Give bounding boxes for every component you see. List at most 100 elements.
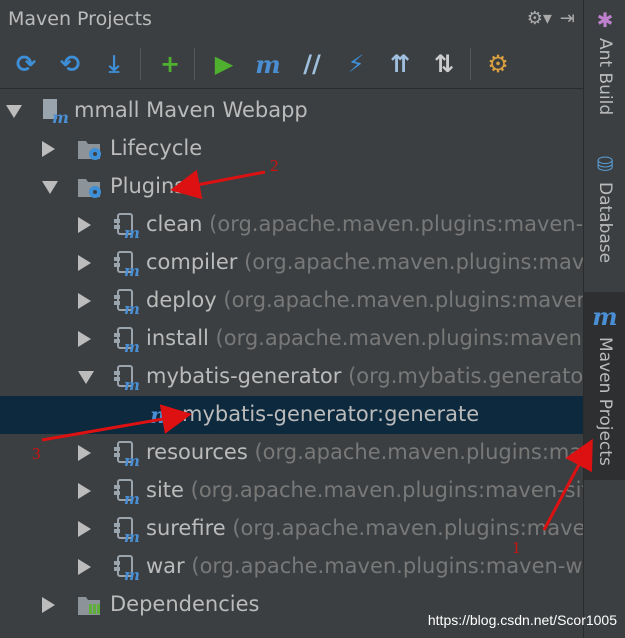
tree-item-label: deploy (org.apache.maven.plugins:maven-d — [146, 288, 583, 312]
tree-row[interactable]: m mybatis-generator (org.mybatis.generato… — [0, 358, 583, 396]
tree-item-name: clean — [146, 212, 203, 236]
expand-arrow-right-icon[interactable] — [78, 483, 91, 499]
run-icon[interactable]: ▶ — [208, 48, 240, 80]
tree-item-name: Plugins — [110, 174, 186, 198]
expand-arrow-down-icon[interactable] — [6, 105, 22, 118]
svg-text:m: m — [124, 490, 140, 505]
tree-item-label: resources (org.apache.maven.plugins:mave… — [146, 440, 583, 464]
expand-arrow-down-icon[interactable] — [42, 181, 58, 194]
watermark: https://blog.csdn.net/Scor1005 — [427, 612, 617, 628]
tab-database[interactable]: ⛁ Database — [584, 152, 625, 272]
tree-row[interactable]: m compiler (org.apache.maven.plugins:mave… — [0, 244, 583, 282]
tree-item-name: surefire — [146, 516, 226, 540]
execute-goal-icon[interactable]: m — [252, 48, 284, 80]
database-icon: ⛁ — [596, 152, 614, 176]
title-tools: ⚙▾ ⇥ — [527, 8, 575, 29]
plugin-icon: m — [112, 439, 140, 470]
toolbar-separator — [470, 48, 471, 80]
tab-maven-projects-label: Maven Projects — [595, 337, 615, 466]
tree-row-selected[interactable]: m mybatis-generator:generate — [0, 396, 583, 434]
expand-arrow-right-icon[interactable] — [42, 141, 55, 157]
folder-gear-icon — [76, 135, 104, 163]
plugin-icon: m — [112, 287, 140, 318]
toggle-offline-icon[interactable]: // — [296, 48, 328, 80]
tree-item-name: mybatis-generator:generate — [182, 402, 480, 426]
plugin-icon: m — [112, 553, 140, 584]
tree-row[interactable]: m resources (org.apache.maven.plugins:mav… — [0, 434, 583, 472]
reimport-icon[interactable]: ⟳ — [10, 48, 42, 80]
tree-item-coordinates: (org.mybatis.generator:m — [348, 364, 583, 388]
tree-item-name: install — [146, 326, 209, 350]
tree-item-label: surefire (org.apache.maven.plugins:maven… — [146, 516, 583, 540]
add-icon[interactable]: + — [154, 48, 186, 80]
tree-item-label: Dependencies — [110, 592, 259, 616]
tree-item-coordinates: (org.apache.maven.plugins:maven-war- — [191, 554, 583, 578]
folder-gear-icon — [76, 173, 104, 201]
tab-ant-build-label: Ant Build — [595, 38, 615, 116]
tree-row[interactable]: m war (org.apache.maven.plugins:maven-war… — [0, 548, 583, 586]
maven-icon: m — [592, 302, 618, 331]
tree-item-name: mybatis-generator — [146, 364, 342, 388]
tab-ant-build[interactable]: ✱ Ant Build — [584, 8, 625, 128]
tree-item-name: compiler — [146, 250, 238, 274]
expand-arrow-right-icon[interactable] — [78, 293, 91, 309]
tree-row[interactable]: m surefire (org.apache.maven.plugins:mave… — [0, 510, 583, 548]
expand-arrow-right-icon[interactable] — [42, 597, 55, 613]
tree-item-name: war — [146, 554, 185, 578]
folder-dependencies-icon — [76, 591, 104, 619]
plugin-icon: m — [112, 249, 140, 280]
tree-row[interactable]: m site (org.apache.maven.plugins:maven-si… — [0, 472, 583, 510]
tree-item-label: Plugins — [110, 174, 185, 198]
maven-project-tree: m mmall Maven Webapp Lifecycle Plugins m clea… — [0, 92, 583, 638]
tree-item-coordinates: (org.apache.maven.plugins:maven-s — [232, 516, 583, 540]
expand-arrow-right-icon[interactable] — [78, 331, 91, 347]
tree-item-coordinates: (org.apache.maven.plugins:maven-c — [244, 250, 583, 274]
tree-item-coordinates: (org.apache.maven.plugins:maven-d — [223, 288, 583, 312]
expand-arrow-right-icon[interactable] — [78, 217, 91, 233]
tree-item-label: install (org.apache.maven.plugins:maven-… — [146, 326, 583, 350]
tree-row[interactable]: m install (org.apache.maven.plugins:maven… — [0, 320, 583, 358]
panel-titlebar: Maven Projects ⚙▾ ⇥ — [0, 0, 583, 38]
tree-item-name: Lifecycle — [110, 136, 203, 160]
tab-database-label: Database — [595, 182, 615, 264]
tree-item-coordinates: (org.apache.maven.plugins:maven-cle — [209, 212, 583, 236]
expand-arrow-down-icon[interactable] — [78, 371, 94, 384]
tree-item-name: deploy — [146, 288, 217, 312]
expand-arrow-right-icon[interactable] — [78, 521, 91, 537]
tree-row[interactable]: Plugins — [0, 168, 583, 206]
svg-text:m: m — [124, 300, 140, 315]
tree-item-name: resources — [146, 440, 248, 464]
plugin-icon: m — [112, 515, 140, 546]
generate-sources-icon[interactable]: ⟲ — [54, 48, 86, 80]
gear-icon[interactable]: ⚙▾ — [527, 8, 552, 29]
svg-text:m: m — [150, 403, 173, 429]
tree-item-label: mybatis-generator (org.mybatis.generator… — [146, 364, 583, 388]
tree-row[interactable]: Lifecycle — [0, 130, 583, 168]
tree-item-label: site (org.apache.maven.plugins:maven-sit… — [146, 478, 583, 502]
download-icon[interactable]: ⤓ — [98, 48, 130, 80]
expand-arrow-right-icon[interactable] — [78, 445, 91, 461]
tree-row[interactable]: m clean (org.apache.maven.plugins:maven-c… — [0, 206, 583, 244]
svg-text:m: m — [124, 376, 140, 391]
plugin-icon: m — [112, 211, 140, 242]
tree-item-coordinates: (org.apache.maven.plugins:maven-site-p — [190, 478, 583, 502]
svg-text:m: m — [124, 528, 140, 543]
settings-icon[interactable]: ⚙ — [482, 48, 514, 80]
show-dependencies-icon[interactable]: ⇈ — [384, 48, 416, 80]
toolbar-separator — [140, 48, 141, 80]
tree-item-label: compiler (org.apache.maven.plugins:maven… — [146, 250, 583, 274]
tree-item-name: Dependencies — [110, 592, 260, 616]
tab-maven-projects[interactable]: m Maven Projects — [584, 292, 625, 480]
tree-row[interactable]: m mmall Maven Webapp — [0, 92, 583, 130]
skip-tests-icon[interactable]: ⚡ — [340, 48, 372, 80]
maven-goal-icon: m — [148, 401, 176, 429]
tree-item-label: mmall Maven Webapp — [74, 98, 308, 122]
toolbar-separator — [194, 48, 195, 80]
collapse-all-icon[interactable]: ⇅ — [428, 48, 460, 80]
svg-text:m: m — [124, 262, 140, 277]
expand-arrow-right-icon[interactable] — [78, 255, 91, 271]
tree-row[interactable]: m deploy (org.apache.maven.plugins:maven-… — [0, 282, 583, 320]
expand-arrow-right-icon[interactable] — [78, 559, 91, 575]
ant-icon: ✱ — [596, 8, 614, 32]
pin-hide-icon[interactable]: ⇥ — [560, 8, 575, 29]
